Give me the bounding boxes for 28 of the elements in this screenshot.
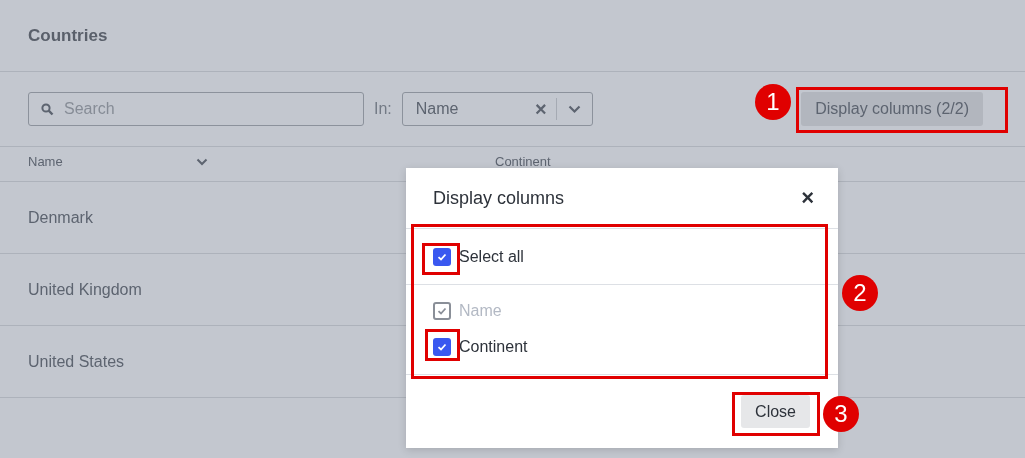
clear-icon[interactable]: ×: [525, 97, 556, 121]
display-columns-button[interactable]: Display columns (2/2): [801, 92, 983, 126]
checkbox-label: Select all: [459, 247, 524, 266]
column-header[interactable]: Name: [28, 154, 208, 169]
checkbox-label: Continent: [459, 338, 528, 356]
column-header[interactable]: Continent: [495, 154, 551, 169]
table-cell: United States: [28, 352, 125, 371]
checkbox-label: Name: [459, 302, 502, 320]
step-number: 1: [755, 84, 791, 120]
search-field[interactable]: Search: [28, 92, 364, 126]
check-icon: [436, 305, 448, 317]
close-button[interactable]: Close: [741, 395, 810, 428]
chevron-down-icon[interactable]: [567, 104, 581, 114]
column-select[interactable]: Name ×: [401, 92, 593, 126]
close-button[interactable]: ×: [801, 185, 814, 211]
search-icon: [41, 102, 54, 116]
in-label: In:: [374, 100, 392, 118]
page-title: Countries: [28, 25, 108, 46]
checkbox[interactable]: [433, 338, 451, 356]
step-number: 2: [842, 275, 878, 311]
checkbox[interactable]: [433, 247, 451, 266]
step-number: 3: [823, 396, 859, 432]
table-cell: Denmark: [28, 208, 93, 227]
search-input[interactable]: Search: [62, 99, 346, 119]
chevron-down-icon[interactable]: [195, 157, 208, 166]
table-cell: United Kingdom: [28, 280, 142, 299]
check-icon: [436, 341, 448, 353]
dialog-title: Display columns: [433, 187, 566, 209]
